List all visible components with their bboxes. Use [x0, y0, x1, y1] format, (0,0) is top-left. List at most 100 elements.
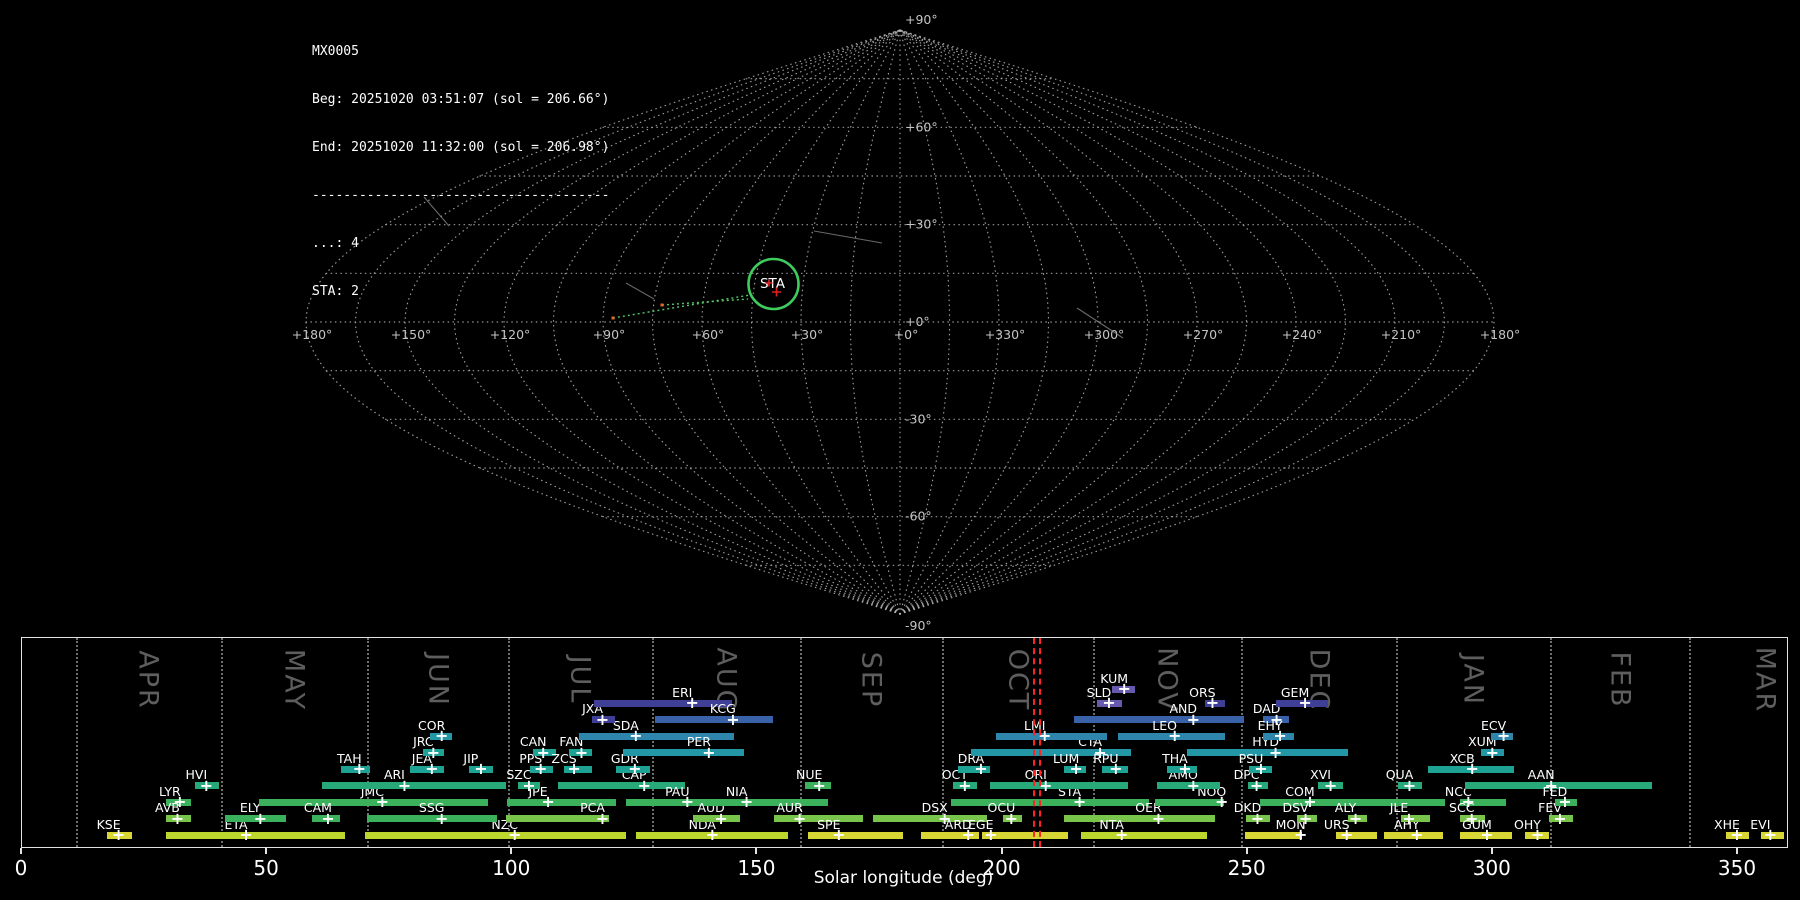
peak-marker: +	[1340, 827, 1353, 843]
peak-marker: +	[575, 745, 588, 761]
month-label: APR	[133, 650, 164, 710]
x-tick-label: 0	[15, 856, 28, 880]
peak-marker: +	[1039, 778, 1052, 794]
peak-marker: +	[1553, 811, 1566, 827]
latitude-label: -90°	[905, 618, 932, 633]
sporadic-trail	[626, 283, 654, 299]
peak-marker: +	[793, 811, 806, 827]
month-gridline	[221, 638, 223, 847]
peak-marker: +	[984, 827, 997, 843]
observation-header: MX0005 Beg: 20251020 03:51:07 (sol = 206…	[312, 12, 609, 316]
peak-marker: +	[171, 811, 184, 827]
shower-bar	[655, 716, 773, 723]
peak-marker: +	[1299, 811, 1312, 827]
month-gridline	[1241, 638, 1243, 847]
peak-marker: +	[1152, 811, 1165, 827]
peak-marker: +	[1109, 761, 1122, 777]
shower-bar	[1081, 832, 1206, 839]
month-gridline	[76, 638, 78, 847]
latitude-label: +90°	[905, 12, 938, 27]
longitude-label: +270°	[1183, 327, 1224, 342]
latitude-label: +60°	[905, 119, 938, 134]
separator: --------------------------------------	[312, 188, 609, 204]
peak-marker: +	[686, 695, 699, 711]
peak-marker: +	[740, 794, 753, 810]
peak-marker: +	[1269, 745, 1282, 761]
peak-marker: +	[398, 778, 411, 794]
longitude-label: +210°	[1381, 327, 1422, 342]
peak-marker: +	[541, 794, 554, 810]
peak-marker: +	[1410, 827, 1423, 843]
x-tick-label: 250	[1228, 856, 1266, 880]
longitude-label: +120°	[490, 327, 531, 342]
peak-marker: +	[974, 761, 987, 777]
peak-marker: +	[832, 827, 845, 843]
sporadic-trail	[814, 231, 882, 243]
x-tick-label: 50	[253, 856, 278, 880]
peak-marker: +	[1254, 761, 1267, 777]
shower-bar	[808, 832, 903, 839]
peak-marker: +	[1206, 695, 1219, 711]
peak-marker: +	[1558, 794, 1571, 810]
month-label: JAN	[1458, 654, 1489, 706]
peak-marker: +	[1531, 827, 1544, 843]
current-sol-cursor	[1039, 638, 1041, 847]
month-label: MAY	[279, 649, 310, 711]
shower-bar	[623, 749, 744, 756]
peak-marker: +	[254, 811, 267, 827]
x-tick	[20, 848, 22, 854]
x-axis-title: Solar longitude (deg)	[814, 868, 994, 888]
peak-marker: +	[534, 761, 547, 777]
peak-marker: +	[1005, 811, 1018, 827]
peak-marker: +	[1294, 827, 1307, 843]
shower-bar	[322, 782, 506, 789]
peak-marker: +	[425, 761, 438, 777]
longitude-label: +180°	[292, 327, 333, 342]
peak-marker: +	[1102, 695, 1115, 711]
peak-marker: +	[681, 794, 694, 810]
current-sol-cursor	[1033, 638, 1035, 847]
x-tick	[1001, 848, 1003, 854]
peak-marker: +	[1466, 761, 1479, 777]
month-label: OCT	[1002, 649, 1033, 712]
peak-marker: +	[522, 778, 535, 794]
trail-tip	[661, 304, 664, 307]
month-label: SEP	[855, 652, 886, 708]
x-tick	[1736, 848, 1738, 854]
peak-marker: +	[1117, 681, 1130, 697]
peak-marker: +	[958, 778, 971, 794]
peak-marker: +	[1115, 827, 1128, 843]
shower-bar	[506, 815, 608, 822]
meridian-gridline	[900, 30, 1346, 614]
shower-bar	[259, 799, 487, 806]
peak-marker: +	[427, 745, 440, 761]
radiant-label: STA	[760, 276, 786, 292]
peak-marker: +	[702, 745, 715, 761]
longitude-label: +30°	[791, 327, 824, 342]
peak-marker: +	[239, 827, 252, 843]
month-label: MAR	[1750, 647, 1781, 714]
month-label: JUL	[564, 656, 595, 705]
month-label: FEB	[1604, 651, 1635, 708]
peak-marker: +	[1298, 695, 1311, 711]
longitude-label: +150°	[391, 327, 432, 342]
longitude-label: +90°	[593, 327, 626, 342]
latitude-label: -30°	[905, 411, 932, 426]
peak-marker: +	[637, 778, 650, 794]
peak-marker: +	[714, 811, 727, 827]
peak-marker: +	[112, 827, 125, 843]
peak-marker: +	[1764, 827, 1777, 843]
x-tick	[510, 848, 512, 854]
peak-marker: +	[1069, 761, 1082, 777]
peak-marker: +	[1187, 712, 1200, 728]
peak-marker: +	[812, 778, 825, 794]
peak-marker: +	[1486, 745, 1499, 761]
activity-chart: APRMAYJUNJULAUGSEPOCTNOVDECJANFEBMARKSE+…	[21, 637, 1788, 848]
peak-marker: +	[508, 827, 521, 843]
longitude-label: +330°	[985, 327, 1026, 342]
peak-marker: +	[1178, 761, 1191, 777]
peak-marker: +	[376, 794, 389, 810]
longitude-label: +60°	[692, 327, 725, 342]
shower-bar	[166, 832, 345, 839]
peak-marker: +	[321, 811, 334, 827]
